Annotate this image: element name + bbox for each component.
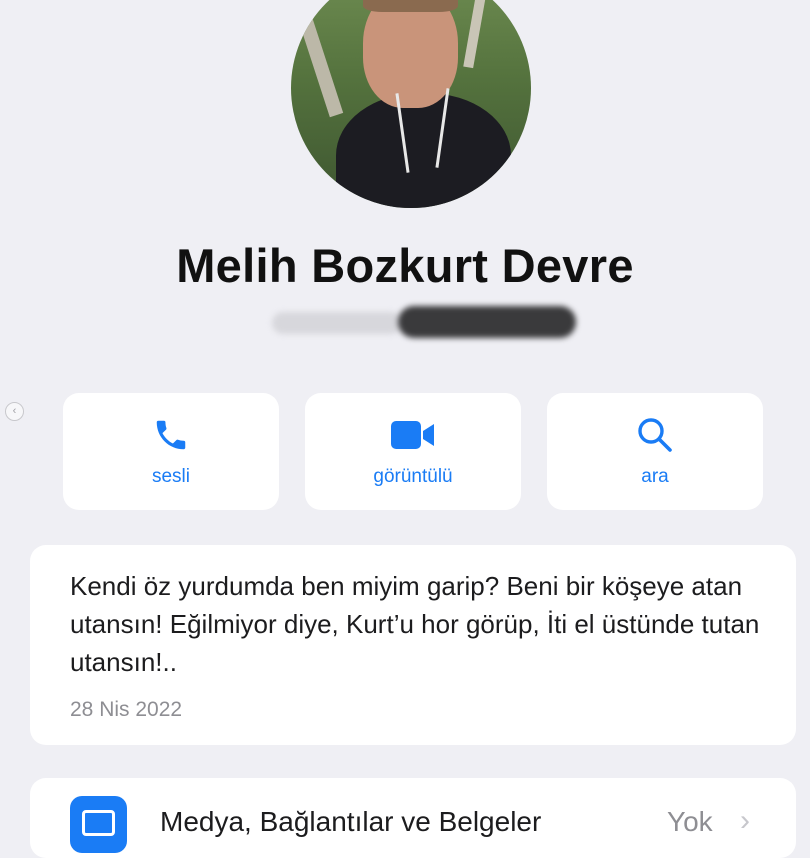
video-call-label: görüntülü bbox=[373, 466, 453, 487]
avatar-background-tree bbox=[292, 0, 344, 118]
phone-icon bbox=[63, 415, 279, 455]
avatar-background-tree bbox=[463, 0, 489, 69]
avatar-figure-body bbox=[336, 93, 511, 208]
contact-name: Melih Bozkurt Devre bbox=[176, 239, 634, 292]
media-count-value: Yok bbox=[667, 806, 713, 837]
media-links-docs-row[interactable]: Medya, Bağlantılar ve Belgeler Yok › bbox=[30, 778, 796, 858]
search-button[interactable]: ara bbox=[547, 393, 763, 510]
avatar-figure-face bbox=[363, 0, 458, 108]
media-links-docs-label: Medya, Bağlantılar ve Belgeler bbox=[160, 806, 542, 837]
voice-call-label: sesli bbox=[151, 466, 190, 487]
about-date: 28 Nis 2022 bbox=[70, 698, 183, 721]
video-camera-icon bbox=[305, 415, 521, 455]
phone-number-redaction-bar bbox=[398, 306, 576, 338]
chevron-left-icon[interactable]: ‹ bbox=[5, 402, 24, 421]
video-call-button[interactable]: görüntülü bbox=[305, 393, 521, 510]
about-text: Kendi öz yurdumda ben miyim garip? Beni … bbox=[70, 571, 760, 677]
search-label: ara bbox=[641, 466, 669, 487]
avatar-figure-hair bbox=[363, 0, 458, 12]
search-icon bbox=[547, 415, 763, 455]
phone-number-redacted bbox=[272, 312, 402, 334]
chevron-right-icon: › bbox=[740, 804, 750, 837]
about-card[interactable]: Kendi öz yurdumda ben miyim garip? Beni … bbox=[30, 545, 796, 745]
voice-call-button[interactable]: sesli bbox=[63, 393, 279, 510]
avatar[interactable] bbox=[291, 0, 531, 208]
photo-icon bbox=[70, 796, 127, 853]
